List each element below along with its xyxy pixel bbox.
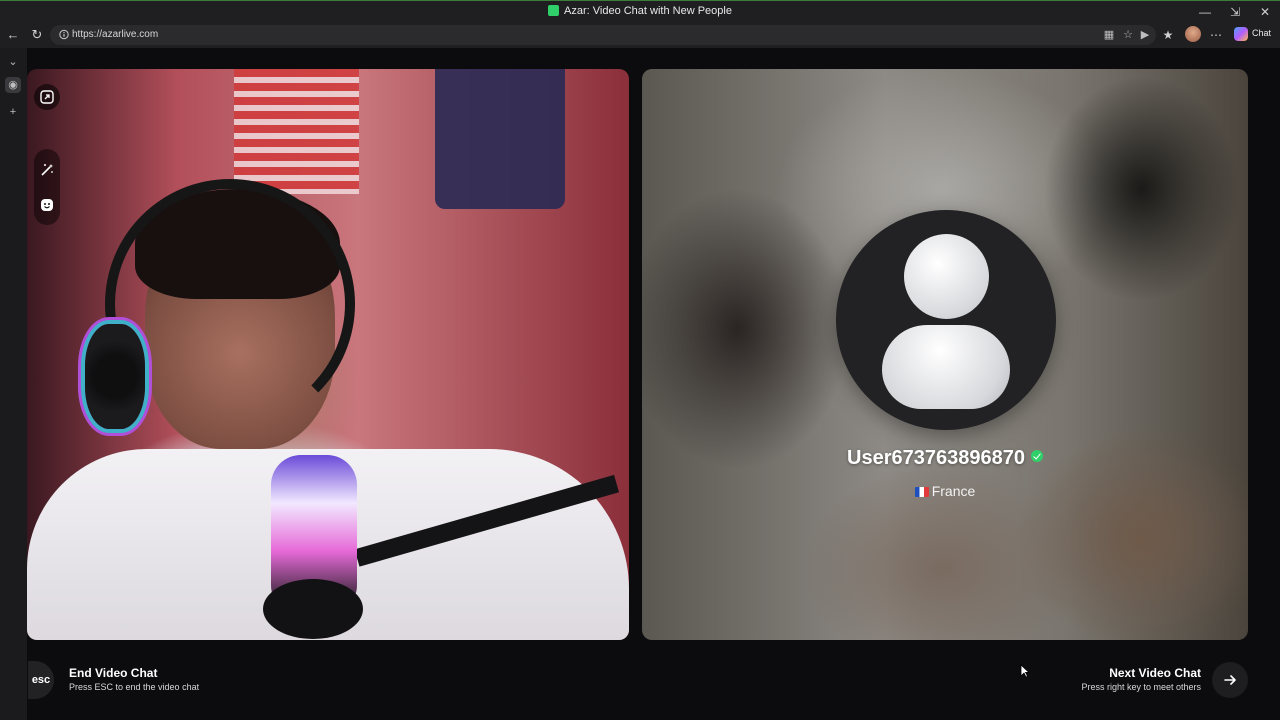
window-title: Azar: Video Chat with New People bbox=[564, 5, 732, 17]
esc-key-label: esc bbox=[31, 674, 51, 686]
background-shirt-dark bbox=[435, 69, 565, 209]
headset-earcup-rgb bbox=[85, 324, 145, 429]
avatar-head-shape bbox=[904, 234, 989, 319]
copilot-label: Chat bbox=[1252, 28, 1272, 38]
new-tab-plus-icon[interactable]: + bbox=[5, 104, 21, 120]
next-video-chat-hint: Press right key to meet others bbox=[1081, 682, 1201, 692]
my-camera-video bbox=[27, 69, 629, 640]
magic-wand-icon[interactable] bbox=[39, 162, 55, 178]
more-menu-icon[interactable]: ⋯ bbox=[1208, 27, 1224, 43]
site-info-icon[interactable] bbox=[59, 29, 69, 40]
end-video-chat-title[interactable]: End Video Chat bbox=[69, 666, 157, 680]
partner-country-row: France bbox=[642, 483, 1248, 499]
close-icon[interactable]: ✕ bbox=[1256, 4, 1274, 20]
favorites-icon[interactable]: ★ bbox=[1160, 27, 1176, 43]
profile-avatar[interactable] bbox=[1185, 26, 1201, 42]
mouse-cursor-icon bbox=[1020, 664, 1030, 678]
copilot-icon bbox=[1234, 27, 1248, 41]
avatar-body-shape bbox=[882, 325, 1010, 409]
window-title-container: Azar: Video Chat with New People bbox=[0, 5, 1280, 17]
sticker-face-icon[interactable] bbox=[39, 197, 55, 213]
camera-in-use-icon[interactable]: ▶ bbox=[1138, 28, 1152, 42]
restore-icon[interactable]: ⇲ bbox=[1226, 4, 1244, 20]
end-video-chat-hint: Press ESC to end the video chat bbox=[69, 682, 200, 692]
minimize-icon[interactable]: — bbox=[1196, 4, 1214, 20]
address-bar[interactable]: https://azarlive.com ▦ ☆ ▶ bbox=[50, 25, 1156, 45]
verified-badge-icon bbox=[1030, 450, 1043, 462]
chevron-down-icon[interactable]: ⌄ bbox=[5, 54, 21, 70]
arrow-right-icon bbox=[1224, 675, 1236, 685]
active-tab-icon[interactable]: ◉ bbox=[5, 77, 21, 93]
azar-favicon-icon bbox=[548, 5, 560, 16]
back-icon[interactable]: ← bbox=[4, 26, 22, 44]
partner-video: User673763896870 France bbox=[642, 69, 1248, 640]
effects-toolbar bbox=[34, 149, 60, 225]
window-titlebar: Azar: Video Chat with New People — ⇲ ✕ bbox=[0, 0, 1280, 22]
resize-button[interactable] bbox=[34, 84, 60, 110]
favorite-star-icon[interactable]: ☆ bbox=[1121, 28, 1135, 42]
app-available-icon[interactable]: ▦ bbox=[1102, 28, 1116, 42]
browser-toolbar: ← ↻ https://azarlive.com ▦ ☆ ▶ ★ ⋯ bbox=[0, 22, 1280, 48]
reload-icon[interactable]: ↻ bbox=[28, 26, 46, 44]
france-flag-icon bbox=[914, 487, 929, 497]
esc-end-button[interactable]: esc bbox=[28, 661, 54, 699]
url-text[interactable]: https://azarlive.com bbox=[72, 29, 158, 40]
copilot-chat-button[interactable]: Chat bbox=[1232, 25, 1278, 43]
partner-avatar bbox=[836, 210, 1056, 430]
microphone-base bbox=[263, 579, 363, 639]
background-shirt-striped bbox=[234, 69, 359, 194]
partner-username: User673763896870 bbox=[847, 447, 1025, 469]
vertical-tab-strip: ⌄ ◉ + bbox=[0, 48, 27, 720]
partner-country: France bbox=[931, 483, 976, 499]
resize-icon bbox=[40, 90, 54, 104]
next-video-chat-title[interactable]: Next Video Chat bbox=[1109, 666, 1201, 680]
next-video-chat-button[interactable] bbox=[1212, 662, 1248, 698]
azar-app: User673763896870 France esc End Video Ch… bbox=[27, 48, 1280, 720]
partner-username-row: User673763896870 bbox=[642, 447, 1248, 470]
